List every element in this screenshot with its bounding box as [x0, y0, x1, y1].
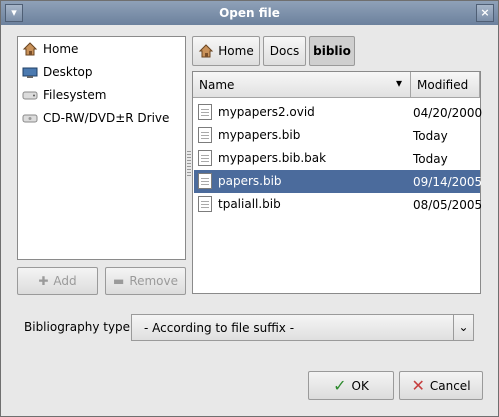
cancel-label: Cancel: [429, 378, 471, 393]
sort-descending-icon: ▾: [395, 76, 402, 90]
remove-icon: ▬: [112, 274, 125, 288]
bibliography-type-label: Bibliography type:: [24, 320, 135, 334]
path-label: Docs: [269, 44, 300, 58]
path-biblio-button[interactable]: biblio: [309, 36, 355, 66]
home-icon: [198, 43, 214, 59]
drive-icon: [22, 87, 38, 103]
place-filesystem[interactable]: Filesystem: [22, 85, 182, 105]
table-row[interactable]: mypapers.bib.bak Today: [194, 147, 480, 170]
place-label: Desktop: [43, 65, 93, 79]
file-list: Name ▾ Modified mypapers2.ovid 04/20/200…: [192, 71, 483, 294]
ok-label: OK: [351, 378, 369, 393]
bibliography-type-select[interactable]: - According to file suffix - ⌄: [131, 314, 474, 341]
table-row[interactable]: mypapers2.ovid 04/20/2000: [194, 101, 483, 124]
table-row[interactable]: tpaliall.bib 08/05/2005: [194, 193, 483, 216]
window-title: Open file: [219, 6, 280, 20]
chevron-down-icon[interactable]: ⌄: [453, 315, 473, 340]
add-button[interactable]: ✚ Add: [17, 267, 98, 295]
document-icon: [198, 150, 212, 166]
close-icon: ✕: [411, 375, 425, 395]
open-file-dialog: ▾ Open file × Home Desktop Filesystem CD…: [0, 0, 499, 417]
path-label: Home: [218, 44, 254, 58]
file-modified: 08/05/2005: [413, 198, 483, 212]
document-icon: [198, 127, 212, 143]
file-modified: Today: [413, 129, 448, 143]
table-row[interactable]: mypapers.bib Today: [194, 124, 480, 147]
place-label: CD-RW/DVD±R Drive: [43, 111, 170, 125]
place-label: Filesystem: [43, 88, 107, 102]
document-icon: [198, 104, 212, 120]
pane-resize-handle[interactable]: [187, 151, 191, 177]
ok-button[interactable]: ✓ OK: [308, 371, 394, 400]
document-icon: [198, 196, 212, 212]
remove-label: Remove: [129, 274, 179, 288]
cancel-button[interactable]: ✕ Cancel: [399, 371, 483, 400]
column-header-modified[interactable]: Modified: [411, 72, 480, 98]
file-name: mypapers2.ovid: [218, 105, 315, 119]
place-home[interactable]: Home: [22, 39, 182, 59]
path-docs-button[interactable]: Docs: [263, 36, 306, 66]
checkmark-icon: ✓: [333, 375, 347, 395]
file-name: mypapers.bib: [218, 128, 301, 142]
desktop-icon: [22, 64, 38, 80]
file-name: mypapers.bib.bak: [218, 151, 327, 165]
place-label: Home: [43, 42, 79, 56]
add-label: Add: [53, 274, 77, 288]
remove-button[interactable]: ▬ Remove: [105, 267, 186, 295]
column-header-label: Modified: [417, 77, 469, 92]
column-header-label: Name: [199, 77, 235, 92]
file-modified: Today: [413, 152, 448, 166]
place-cd-rw-dvd-drive[interactable]: CD-RW/DVD±R Drive: [22, 108, 182, 128]
path-label: biblio: [313, 44, 351, 58]
home-icon: [22, 41, 38, 57]
document-icon: [198, 173, 212, 189]
path-home-button[interactable]: Home: [192, 36, 260, 66]
close-window-icon[interactable]: ×: [476, 4, 494, 22]
selected-value: - According to file suffix -: [144, 321, 295, 335]
place-desktop[interactable]: Desktop: [22, 62, 182, 82]
add-icon: ✚: [38, 274, 49, 288]
path-bar: Home Docs biblio: [192, 36, 355, 66]
column-header-name[interactable]: Name ▾: [193, 72, 411, 98]
file-modified: 04/20/2000: [413, 106, 483, 120]
file-name: tpaliall.bib: [218, 197, 281, 211]
file-modified: 09/14/2005: [413, 175, 483, 189]
file-name: papers.bib: [218, 174, 282, 188]
optical-drive-icon: [22, 110, 38, 126]
title-bar: ▾ Open file ×: [1, 1, 498, 25]
table-row-selected[interactable]: papers.bib 09/14/2005: [194, 170, 483, 193]
places-list: Home Desktop Filesystem CD-RW/DVD±R Driv…: [17, 36, 186, 260]
